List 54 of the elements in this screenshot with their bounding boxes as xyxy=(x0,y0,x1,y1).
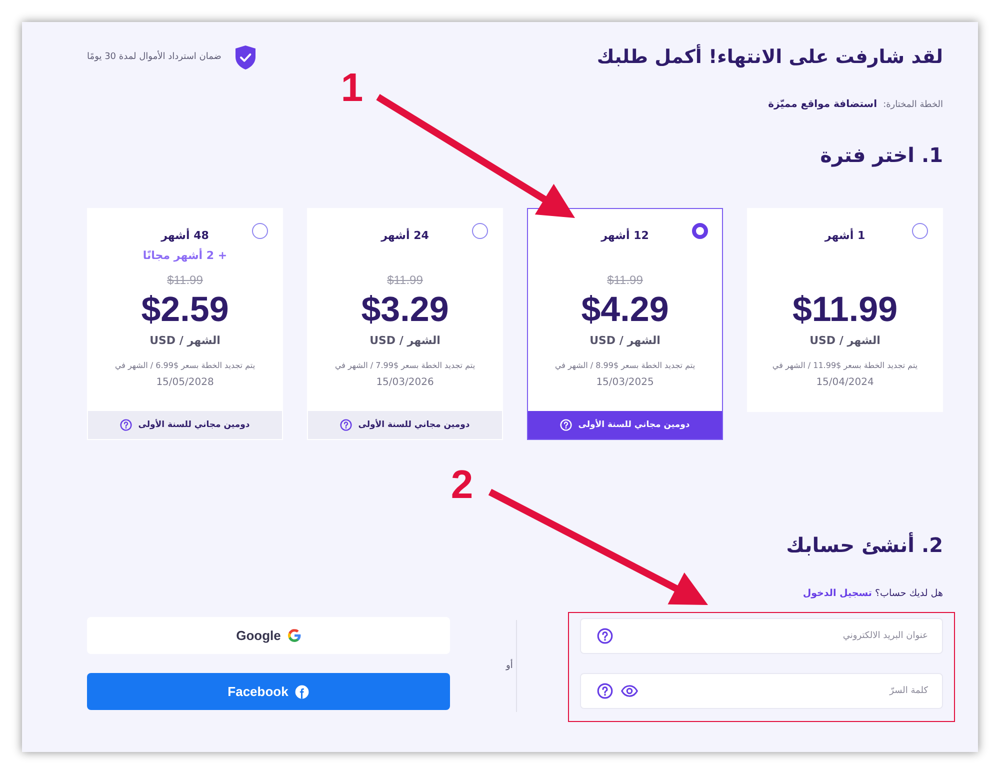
or-separator: أو xyxy=(506,661,513,671)
help-icon[interactable] xyxy=(340,419,352,431)
renewal-note: يتم تجديد الخطة بسعر $11.99 / الشهر في xyxy=(772,360,918,372)
help-icon[interactable] xyxy=(597,628,613,644)
help-icon[interactable] xyxy=(597,683,613,699)
renewal-note: يتم تجديد الخطة بسعر $6.99 / الشهر في xyxy=(114,360,256,372)
bonus-months: + 2 أشهر مجانًا xyxy=(142,248,228,264)
renewal-note: يتم تجديد الخطة بسعر $7.99 / الشهر في xyxy=(334,360,476,372)
section-heading: 1. اختر فترة xyxy=(820,142,943,169)
money-back-guarantee: ضمان استرداد الأموال لمدة 30 يومًا xyxy=(87,52,222,62)
radio-button[interactable] xyxy=(912,223,928,239)
price: $2.59 xyxy=(141,290,229,330)
plan-label: الخطة المختارة: xyxy=(883,99,943,112)
password-field[interactable]: كلمة السرّ xyxy=(580,673,943,709)
original-price: $11.99 xyxy=(607,272,643,288)
price-unit: USD / الشهر xyxy=(810,333,880,349)
radio-button[interactable] xyxy=(692,223,708,239)
facebook-button[interactable]: Facebook xyxy=(87,673,450,710)
price: $11.99 xyxy=(792,290,898,330)
page-title: لقد شارفت على الانتهاء! أكمل طلبك xyxy=(596,44,943,70)
free-domain-note: دومين مجاني للسنة الأولى xyxy=(358,420,470,430)
price-unit: USD / الشهر xyxy=(150,333,220,349)
login-prompt: هل لديك حساب؟ تسجيل الدخول xyxy=(802,587,943,601)
email-field[interactable]: عنوان البريد الالكتروني xyxy=(580,618,943,654)
annotation-number: 1 xyxy=(340,68,364,108)
price-unit: USD / الشهر xyxy=(370,333,440,349)
renewal-note: يتم تجديد الخطة بسعر $8.99 / الشهر في xyxy=(554,360,696,372)
google-icon xyxy=(288,629,301,642)
renewal-date: 15/03/2026 xyxy=(376,376,434,390)
annotation-number: 2 xyxy=(450,465,474,505)
login-link[interactable]: تسجيل الدخول xyxy=(802,588,872,599)
free-domain-note: دومين مجاني للسنة الأولى xyxy=(138,420,250,430)
shield-check-icon xyxy=(235,44,256,70)
period-label: 1 أشهر xyxy=(824,228,866,244)
section-heading: 2. أنشئ حسابك xyxy=(786,531,943,559)
google-button[interactable]: Google xyxy=(87,617,450,654)
radio-button[interactable] xyxy=(472,223,488,239)
radio-button[interactable] xyxy=(252,223,268,239)
price: $3.29 xyxy=(361,290,449,330)
renewal-date: 15/04/2024 xyxy=(816,376,874,390)
period-label: 48 أشهر xyxy=(161,228,209,244)
free-domain-note: دومين مجاني للسنة الأولى xyxy=(578,420,690,430)
period-label: 24 أشهر xyxy=(381,228,429,244)
plan-name: استضافة مواقع مميّزة xyxy=(768,98,878,112)
original-price: $11.99 xyxy=(167,272,203,288)
period-label: 12 أشهر xyxy=(601,228,649,244)
facebook-icon xyxy=(295,684,310,698)
original-price: $11.99 xyxy=(387,272,423,288)
eye-icon[interactable] xyxy=(621,685,638,697)
help-icon[interactable] xyxy=(120,419,132,431)
price: $4.29 xyxy=(581,290,669,330)
renewal-date: 15/05/2028 xyxy=(156,376,214,390)
renewal-date: 15/03/2025 xyxy=(596,376,654,390)
price-unit: USD / الشهر xyxy=(590,333,660,349)
